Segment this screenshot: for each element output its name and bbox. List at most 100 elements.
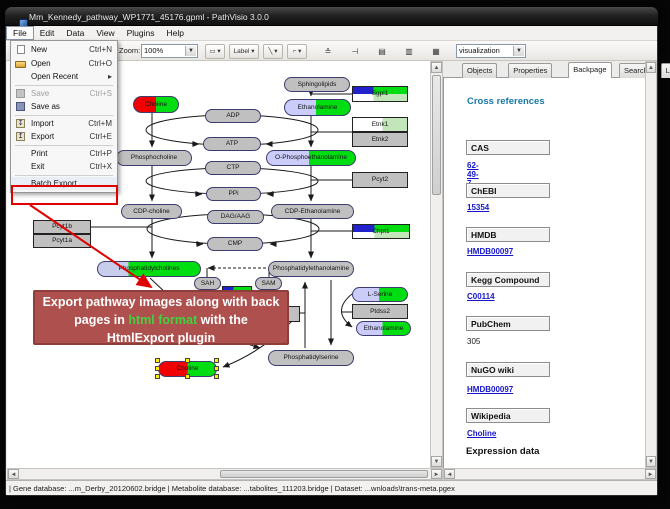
node-sphingolipids[interactable]: Sphingolipids (284, 77, 350, 92)
node-etnk1[interactable]: Etnk1 (352, 117, 408, 132)
selection-handle[interactable] (155, 366, 160, 371)
file-menu-item-export[interactable]: ↥ExportCtrl+E (11, 130, 117, 144)
node-o-phosphoethanolamine[interactable]: O-Phosphoethanolamine (266, 150, 356, 166)
panel-vertical-scrollbar[interactable]: ▲ ▼ (645, 61, 657, 468)
tab-objects[interactable]: Objects (462, 63, 497, 78)
file-menu-item-save-as[interactable]: Save as (11, 100, 117, 114)
menubar-item-view[interactable]: View (90, 26, 120, 40)
node-pcyt1a[interactable]: Pcyt1a (33, 234, 91, 248)
file-menu-item-exit[interactable]: ExitCtrl+X (11, 160, 117, 174)
node-label: Pcyt2 (353, 176, 407, 183)
tab-properties[interactable]: Properties (508, 63, 552, 78)
node-label: Ethanolamine (357, 325, 410, 332)
menubar-item-edit[interactable]: Edit (34, 26, 61, 40)
align-center-icon[interactable]: ≗ (319, 44, 337, 59)
scroll-up-icon[interactable]: ▲ (646, 62, 656, 73)
tab-legend[interactable]: Legend (661, 63, 670, 78)
file-menu-item-save[interactable]: SaveCtrl+S (11, 87, 117, 101)
scroll-down-icon[interactable]: ▼ (431, 456, 442, 467)
scrollbar-thumb[interactable] (432, 75, 441, 195)
node-phosphatidylethanolamine[interactable]: Phosphatidylethanolamine (268, 261, 354, 277)
node-ctp[interactable]: CTP (205, 161, 261, 175)
menu-item-shortcut: Ctrl+E (90, 132, 112, 141)
backpage-section-pubchem: PubChem (466, 316, 550, 331)
menu-item-shortcut: Ctrl+M (88, 119, 112, 128)
selection-handle[interactable] (214, 374, 219, 379)
node-label: ATP (204, 140, 260, 147)
node-ptdss2[interactable]: Ptdss2 (352, 304, 408, 319)
menubar-item-plugins[interactable]: Plugins (121, 26, 161, 40)
file-menu-item-batch-export[interactable]: Batch Export (11, 177, 117, 191)
node-cmp[interactable]: CMP (207, 237, 263, 251)
node-sah[interactable]: SAH (194, 277, 221, 290)
menubar-item-help[interactable]: Help (161, 26, 190, 40)
backpage-link-wikipedia[interactable]: Choline (467, 429, 496, 438)
canvas-horizontal-scrollbar[interactable]: ◄ ► (7, 468, 443, 480)
panel-horizontal-scrollbar[interactable]: ◄ ► (443, 468, 657, 480)
label-tool-icon[interactable]: Label ▾ (229, 44, 259, 59)
node-atp[interactable]: ATP (203, 137, 261, 151)
file-menu-item-open[interactable]: OpenCtrl+O (11, 57, 117, 71)
node-ethanolamine-bottom[interactable]: Ethanolamine (356, 321, 411, 336)
selection-handle[interactable] (155, 374, 160, 379)
backpage-link-hmdb[interactable]: HMDB00097 (467, 247, 513, 256)
menubar-item-file[interactable]: File (6, 26, 34, 40)
node-dag-aag[interactable]: DAG/AAG (207, 210, 264, 224)
selection-handle[interactable] (155, 358, 160, 363)
datanode-tool-icon[interactable]: ▭ ▾ (205, 44, 225, 59)
chevron-down-icon[interactable]: ▼ (185, 46, 196, 56)
node-choline-top[interactable]: Choline (133, 96, 179, 113)
node-cdp-choline[interactable]: CDP-choline (121, 204, 182, 219)
tab-backpage[interactable]: Backpage (568, 62, 611, 78)
file-menu-item-open-recent[interactable]: Open Recent▸ (11, 70, 117, 84)
selection-handle[interactable] (214, 366, 219, 371)
scroll-down-icon[interactable]: ▼ (646, 456, 656, 467)
scroll-left-icon[interactable]: ◄ (8, 469, 19, 479)
file-menu-item-new[interactable]: NewCtrl+N (11, 43, 117, 57)
scroll-left-icon[interactable]: ◄ (444, 469, 455, 479)
annotation-line: Export pathway images along with back (35, 293, 287, 311)
backpage-link-chebi[interactable]: 15354 (467, 203, 489, 212)
align-middle-icon[interactable]: ⊣ (346, 44, 364, 59)
title-bar[interactable]: Mm_Kennedy_pathway_WP1771_45176.gpml - P… (5, 7, 658, 26)
scrollbar-thumb[interactable] (220, 470, 428, 478)
menu-item-label: Import (31, 119, 88, 128)
stack-horizontal-icon[interactable]: ▦ (427, 44, 445, 59)
menubar-item-data[interactable]: Data (60, 26, 90, 40)
zoom-combobox[interactable]: 100% ▼ (141, 44, 198, 58)
canvas-vertical-scrollbar[interactable]: ▲ ▼ (430, 61, 443, 468)
node-adp[interactable]: ADP (205, 109, 261, 123)
scroll-right-icon[interactable]: ► (431, 469, 442, 479)
menu-item-label: Save as (31, 102, 112, 111)
connector-tool-icon[interactable]: ⌐ ▾ (287, 44, 307, 59)
node-ethanolamine-top[interactable]: Ethanolamine (284, 99, 351, 116)
file-menu-item-import[interactable]: ↧ImportCtrl+M (11, 117, 117, 131)
node-pcyt2[interactable]: Pcyt2 (352, 172, 408, 188)
distribute-vertical-icon[interactable]: ▥ (400, 44, 418, 59)
node-phosphatidylcholines[interactable]: Phosphatidylcholines (97, 261, 201, 277)
node-phosphatidylserine[interactable]: Phosphatidylserine (268, 350, 354, 366)
scroll-right-icon[interactable]: ► (645, 469, 656, 479)
scroll-up-icon[interactable]: ▲ (431, 62, 442, 73)
visualization-combobox[interactable]: visualization ▼ (456, 44, 526, 58)
selection-handle[interactable] (214, 358, 219, 363)
node-sam[interactable]: SAM (255, 277, 282, 290)
distribute-horizontal-icon[interactable]: ▤ (373, 44, 391, 59)
selection-handle[interactable] (185, 358, 190, 363)
file-menu-item-print[interactable]: PrintCtrl+P (11, 147, 117, 161)
node-label: Sgpl1 (353, 90, 407, 97)
selection-handle[interactable] (185, 374, 190, 379)
node-phosphocholine[interactable]: Phosphocholine (116, 150, 192, 166)
node-pcyt1b[interactable]: Pcyt1b (33, 220, 91, 234)
backpage-link-nugo-wiki[interactable]: HMDB00097 (467, 385, 513, 394)
backpage-link-kegg-compound[interactable]: C00114 (467, 292, 495, 301)
line-tool-icon[interactable]: ╲ ▾ (263, 44, 283, 59)
node-chpt1[interactable]: Chpt1 (352, 224, 410, 239)
backpage-section-hmdb: HMDB (466, 227, 550, 242)
node-ppi[interactable]: PPi (206, 187, 261, 201)
node-cdp-ethanolamine[interactable]: CDP-Ethanolamine (271, 204, 354, 219)
node-etnk2[interactable]: Etnk2 (352, 132, 408, 147)
node-l-serine[interactable]: L-Serine (352, 287, 408, 302)
node-sgpl1[interactable]: Sgpl1 (352, 86, 408, 102)
chevron-down-icon[interactable]: ▼ (513, 46, 524, 56)
